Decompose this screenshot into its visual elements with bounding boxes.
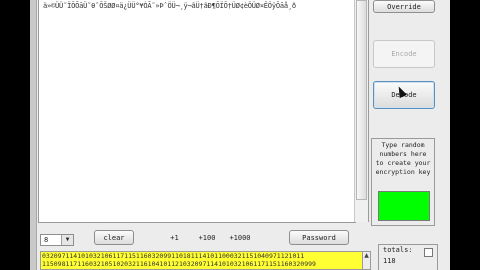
plus1-button[interactable]: +1 <box>163 230 186 245</box>
message-textarea[interactable]: ä»©ÜÜ˜ÏÕÕāÜ˜θˆÕŠØØ¤ä¿ÜÜ°¥ÒÃ˜»ÞˆÖÜ¬¸ÿ¬ãÜ†… <box>38 0 356 223</box>
left-scrollbar[interactable] <box>30 0 37 270</box>
plus1000-button[interactable]: +1000 <box>224 230 256 245</box>
totals-checkbox[interactable] <box>424 248 433 257</box>
output-scroll-up-arrow[interactable]: ▲ <box>363 251 371 270</box>
encoder-window: ä»©ÜÜ˜ÏÕÕāÜ˜θˆÕŠØØ¤ä¿ÜÜ°¥ÒÃ˜»ÞˆÖÜ¬¸ÿ¬ãÜ†… <box>30 0 450 270</box>
totals-value: 118 <box>383 257 396 265</box>
chevron-down-icon[interactable]: ▼ <box>61 235 73 245</box>
encode-button[interactable]: Encode <box>373 40 435 68</box>
textarea-vertical-scrollbar[interactable] <box>354 0 369 222</box>
numeric-output-line: 1150981171160321051020321161041011210320… <box>42 260 316 268</box>
key-color-swatch[interactable] <box>378 191 430 221</box>
key-instructions: Type random numbers here to create your … <box>375 141 431 176</box>
numeric-output-field[interactable]: 0320971141010321061171151160320991101811… <box>40 251 363 270</box>
password-button[interactable]: Password <box>289 230 349 245</box>
encoded-text: ä»©ÜÜ˜ÏÕÕāÜ˜θˆÕŠØØ¤ä¿ÜÜ°¥ÒÃ˜»ÞˆÖÜ¬¸ÿ¬ãÜ†… <box>43 2 296 10</box>
override-button[interactable]: Override <box>373 0 435 13</box>
number-select-value: 8 <box>44 236 49 244</box>
totals-panel: totals: 118 <box>378 244 438 270</box>
numeric-output-line: 0320971141010321061171151160320991101811… <box>42 252 305 260</box>
scrollbar-thumb[interactable] <box>356 0 367 200</box>
clear-button[interactable]: clear <box>94 230 134 245</box>
plus100-button[interactable]: +100 <box>193 230 221 245</box>
totals-label: totals: <box>383 246 413 254</box>
number-select[interactable]: 8 ▼ <box>40 234 74 246</box>
encryption-key-panel: Type random numbers here to create your … <box>371 138 435 226</box>
